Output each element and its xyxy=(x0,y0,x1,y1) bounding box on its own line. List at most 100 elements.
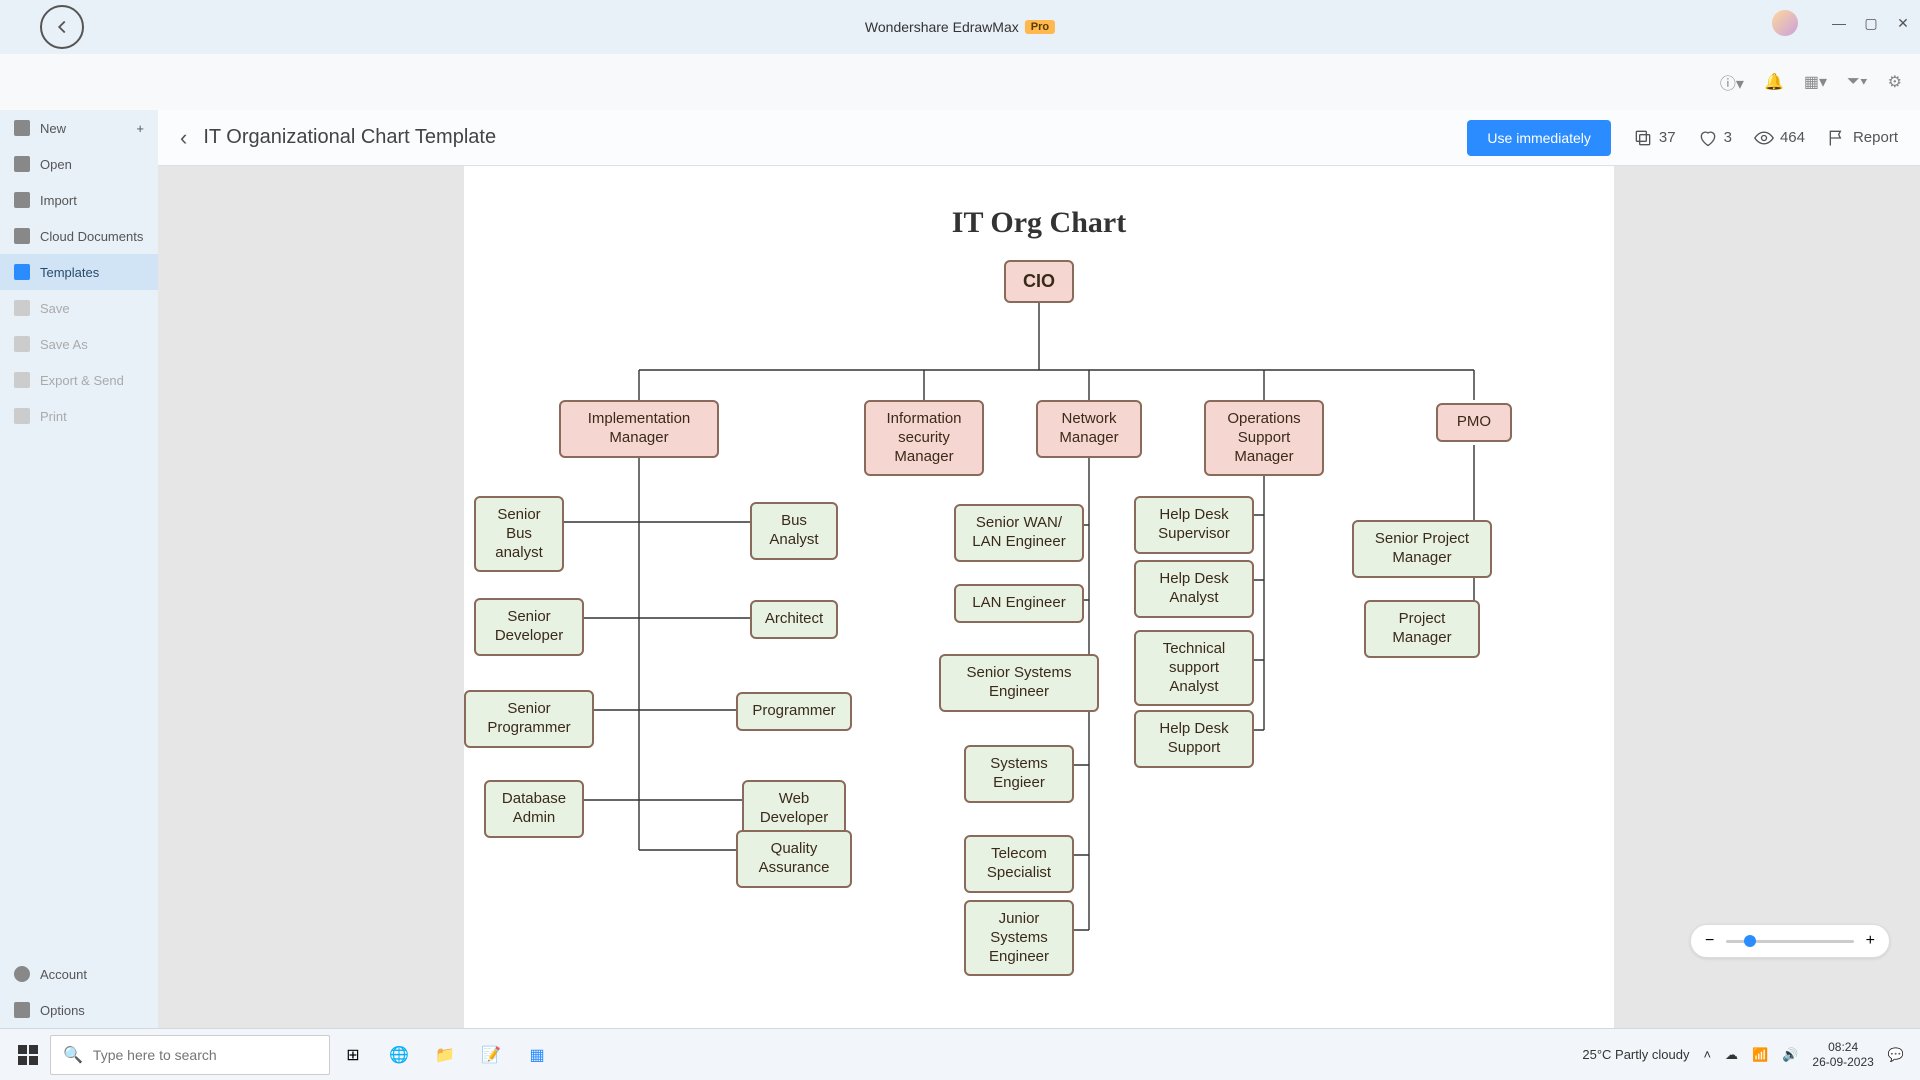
box-database-admin[interactable]: Database Admin xyxy=(484,780,584,838)
box-network-manager[interactable]: Network Manager xyxy=(1036,400,1142,458)
task-view-icon[interactable]: ⊞ xyxy=(336,1038,370,1072)
box-programmer[interactable]: Programmer xyxy=(736,692,852,731)
box-ops-manager[interactable]: Operations Support Manager xyxy=(1204,400,1324,476)
box-quality-assurance[interactable]: Quality Assurance xyxy=(736,830,852,888)
use-immediately-button[interactable]: Use immediately xyxy=(1467,120,1610,156)
close-button[interactable]: ✕ xyxy=(1896,16,1910,30)
like-stat[interactable]: 3 xyxy=(1698,128,1732,148)
box-help-desk-analyst[interactable]: Help Desk Analyst xyxy=(1134,560,1254,618)
box-senior-programmer[interactable]: Senior Programmer xyxy=(464,690,594,748)
open-label: Open xyxy=(40,157,72,172)
search-input[interactable] xyxy=(93,1047,317,1063)
window-controls: — ▢ ✕ xyxy=(1772,10,1910,36)
word-icon[interactable]: 📝 xyxy=(474,1038,508,1072)
grid-icon[interactable]: ▦▾ xyxy=(1804,72,1827,92)
sidebar-item-new[interactable]: New + xyxy=(0,110,158,146)
box-senior-bus-analyst[interactable]: Senior Bus analyst xyxy=(474,496,564,572)
canvas[interactable]: IT Org Chart xyxy=(158,166,1920,1028)
saveas-icon xyxy=(14,336,30,352)
box-cio[interactable]: CIO xyxy=(1004,260,1074,303)
weather[interactable]: 25°C Partly cloudy xyxy=(1582,1047,1689,1062)
copy-count: 37 xyxy=(1659,129,1676,146)
edge-icon[interactable]: 🌐 xyxy=(382,1038,416,1072)
sidebar-item-import[interactable]: Import xyxy=(0,182,158,218)
box-senior-systems-engineer[interactable]: Senior Systems Engineer xyxy=(939,654,1099,712)
box-junior-systems-engineer[interactable]: Junior Systems Engineer xyxy=(964,900,1074,976)
box-systems-engineer[interactable]: Systems Engieer xyxy=(964,745,1074,803)
sidebar-item-account[interactable]: Account xyxy=(0,956,158,992)
save-label: Save xyxy=(40,301,70,316)
cloud-label: Cloud Documents xyxy=(40,229,143,244)
sidebar-item-cloud[interactable]: Cloud Documents xyxy=(0,218,158,254)
box-web-developer[interactable]: Web Developer xyxy=(742,780,846,838)
back-button[interactable] xyxy=(40,5,84,49)
system-tray: 25°C Partly cloudy ˄ ☁ 📶 🔊 08:24 26-09-2… xyxy=(1582,1040,1914,1069)
print-label: Print xyxy=(40,409,67,424)
box-pmo[interactable]: PMO xyxy=(1436,403,1512,442)
minimize-button[interactable]: — xyxy=(1832,16,1846,30)
options-label: Options xyxy=(40,1003,85,1018)
zoom-out-icon[interactable]: − xyxy=(1705,932,1714,950)
chevron-left-icon[interactable]: ‹ xyxy=(180,125,187,151)
volume-icon[interactable]: 🔊 xyxy=(1782,1047,1798,1063)
bell-icon[interactable]: 🔔 xyxy=(1764,72,1784,92)
account-icon xyxy=(14,966,30,982)
box-telecom-specialist[interactable]: Telecom Specialist xyxy=(964,835,1074,893)
filter-icon[interactable]: ⏷▾ xyxy=(1847,73,1868,91)
import-icon xyxy=(14,192,30,208)
zoom-slider[interactable] xyxy=(1726,940,1853,943)
import-label: Import xyxy=(40,193,77,208)
sidebar-item-templates[interactable]: Templates xyxy=(0,254,158,290)
box-senior-project-manager[interactable]: Senior Project Manager xyxy=(1352,520,1492,578)
options-icon xyxy=(14,1002,30,1018)
new-icon xyxy=(14,120,30,136)
box-lan-engineer[interactable]: LAN Engineer xyxy=(954,584,1084,623)
sidebar-item-open[interactable]: Open xyxy=(0,146,158,182)
box-implementation-manager[interactable]: Implementation Manager xyxy=(559,400,719,458)
titlebar: Wondershare EdrawMax Pro — ▢ ✕ xyxy=(0,0,1920,54)
zoom-control[interactable]: − + xyxy=(1690,924,1890,958)
search-icon: 🔍 xyxy=(63,1045,83,1065)
export-label: Export & Send xyxy=(40,373,124,388)
wifi-icon[interactable]: 📶 xyxy=(1752,1047,1768,1063)
plus-icon[interactable]: + xyxy=(136,121,144,136)
box-senior-wan-lan[interactable]: Senior WAN/ LAN Engineer xyxy=(954,504,1084,562)
clock[interactable]: 08:24 26-09-2023 xyxy=(1812,1040,1873,1069)
chevron-up-icon[interactable]: ˄ xyxy=(1703,1047,1711,1062)
gear-icon[interactable]: ⚙ xyxy=(1888,72,1902,92)
box-help-desk-supervisor[interactable]: Help Desk Supervisor xyxy=(1134,496,1254,554)
template-header: ‹ IT Organizational Chart Template Use i… xyxy=(158,110,1920,166)
box-help-desk-support[interactable]: Help Desk Support xyxy=(1134,710,1254,768)
help-icon[interactable]: ⓘ▾ xyxy=(1720,70,1744,94)
box-senior-developer[interactable]: Senior Developer xyxy=(474,598,584,656)
start-button[interactable] xyxy=(18,1045,38,1065)
box-bus-analyst[interactable]: Bus Analyst xyxy=(750,502,838,560)
zoom-thumb[interactable] xyxy=(1744,935,1756,947)
notifications-icon[interactable]: 💬 xyxy=(1888,1047,1904,1063)
box-infosec-manager[interactable]: Information security Manager xyxy=(864,400,984,476)
maximize-button[interactable]: ▢ xyxy=(1864,16,1878,30)
open-icon xyxy=(14,156,30,172)
account-label: Account xyxy=(40,967,87,982)
save-icon xyxy=(14,300,30,316)
report-button[interactable]: Report xyxy=(1827,128,1898,148)
avatar[interactable] xyxy=(1772,10,1798,36)
box-architect[interactable]: Architect xyxy=(750,600,838,639)
view-stat[interactable]: 464 xyxy=(1754,128,1805,148)
sidebar-item-print: Print xyxy=(0,398,158,434)
templates-label: Templates xyxy=(40,265,99,280)
zoom-in-icon[interactable]: + xyxy=(1866,932,1875,950)
box-project-manager[interactable]: Project Manager xyxy=(1364,600,1480,658)
org-chart: CIO Implementation Manager Information s… xyxy=(464,240,1614,1002)
explorer-icon[interactable]: 📁 xyxy=(428,1038,462,1072)
onedrive-icon[interactable]: ☁ xyxy=(1725,1047,1738,1063)
date: 26-09-2023 xyxy=(1812,1055,1873,1069)
edrawmax-icon[interactable]: ▦ xyxy=(520,1038,554,1072)
taskbar-search[interactable]: 🔍 xyxy=(50,1035,330,1075)
like-count: 3 xyxy=(1724,129,1732,146)
box-technical-support-analyst[interactable]: Technical support Analyst xyxy=(1134,630,1254,706)
sidebar-item-options[interactable]: Options xyxy=(0,992,158,1028)
new-label: New xyxy=(40,121,66,136)
copy-stat[interactable]: 37 xyxy=(1633,128,1676,148)
sidebar-item-export: Export & Send xyxy=(0,362,158,398)
